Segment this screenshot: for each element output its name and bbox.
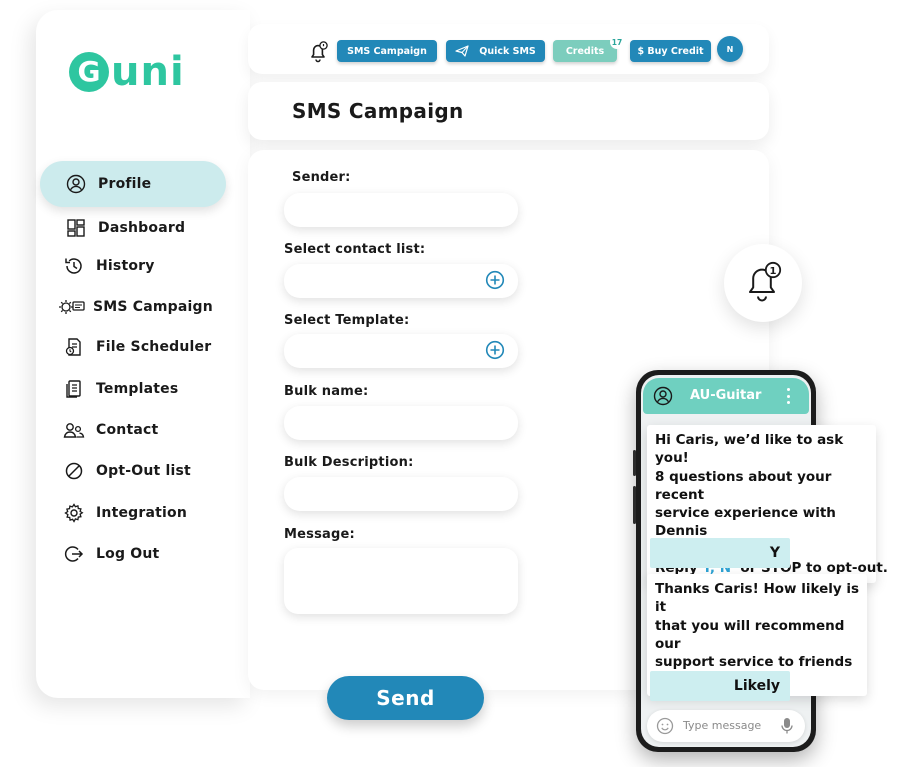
sidebar-item-label: Templates <box>96 381 179 397</box>
bulk-description-label: Bulk Description: <box>284 455 414 470</box>
bulk-description-field[interactable] <box>284 477 518 511</box>
opt-out-icon <box>62 459 86 483</box>
header-credits-button[interactable]: Credits <box>553 40 617 62</box>
gear-icon <box>62 501 86 525</box>
message-line: support service to friends <box>655 654 853 671</box>
notification-bell-icon: 1 <box>739 257 787 309</box>
credits-count-badge: 17 <box>610 35 624 49</box>
send-button[interactable]: Send <box>327 676 484 720</box>
sidebar-item-integration[interactable]: Integration <box>62 496 187 530</box>
template-label: Select Template: <box>284 313 410 328</box>
page-title: SMS Campaign <box>292 99 464 123</box>
page-title-card: SMS Campaign <box>248 82 769 140</box>
history-clock-icon <box>62 254 86 278</box>
phone-volume-down <box>633 486 636 524</box>
sidebar-item-label: Opt-Out list <box>96 463 191 479</box>
user-circle-icon <box>64 172 88 196</box>
user-avatar[interactable]: N <box>717 36 743 62</box>
logo-mark: G <box>69 52 109 92</box>
header-sms-campaign-button[interactable]: SMS Campaign <box>337 40 437 62</box>
contacts-icon <box>62 418 86 442</box>
sidebar-item-opt-out-list[interactable]: Opt-Out list <box>62 454 191 488</box>
sidebar-item-label: Dashboard <box>98 220 186 236</box>
notification-bell-icon[interactable] <box>306 40 330 68</box>
header-quick-sms-button[interactable]: Quick SMS <box>446 40 545 62</box>
add-contact-list-icon[interactable] <box>485 270 505 290</box>
sender-field[interactable] <box>284 193 518 227</box>
quick-sms-label: Quick SMS <box>479 45 536 57</box>
template-select[interactable] <box>284 334 518 368</box>
file-scheduler-icon <box>62 335 86 359</box>
bulk-name-field[interactable] <box>284 406 518 440</box>
sidebar-item-label: Integration <box>96 505 188 521</box>
contact-list-select[interactable] <box>284 264 518 298</box>
sidebar-item-label: SMS Campaign <box>93 299 213 315</box>
add-template-icon[interactable] <box>485 340 505 360</box>
sidebar-item-log-out[interactable]: Log Out <box>62 537 159 571</box>
contact-avatar-icon <box>653 386 673 410</box>
floating-notification-bubble: 1 <box>724 244 802 322</box>
sidebar-item-templates[interactable]: Templates <box>62 372 178 406</box>
sidebar-item-label: Log Out <box>96 546 160 562</box>
bulk-name-label: Bulk name: <box>284 384 369 399</box>
emoji-icon[interactable] <box>655 716 675 740</box>
sidebar-item-profile[interactable]: Profile <box>40 161 226 207</box>
sidebar-item-file-scheduler[interactable]: File Scheduler <box>62 330 211 364</box>
send-plane-icon <box>455 45 469 57</box>
sms-campaign-icon <box>58 295 86 319</box>
outgoing-message-2: Likely <box>650 671 790 701</box>
header-buy-credit-button[interactable]: $ Buy Credit <box>630 40 711 62</box>
message-label: Message: <box>284 527 355 542</box>
sidebar-item-label: File Scheduler <box>96 339 212 355</box>
phone-volume-up <box>633 450 636 476</box>
microphone-icon[interactable] <box>780 716 794 740</box>
message-textarea[interactable] <box>284 548 518 614</box>
sidebar-item-history[interactable]: History <box>62 249 155 283</box>
sidebar-item-label: History <box>96 258 155 274</box>
message-line: service experience with Dennis <box>655 505 836 540</box>
logout-icon <box>62 542 86 566</box>
templates-icon <box>62 377 86 401</box>
floating-bell-count: 1 <box>770 266 777 277</box>
outgoing-message-1: Y <box>650 538 790 568</box>
sidebar-item-contact[interactable]: Contact <box>62 413 158 447</box>
chat-menu-icon[interactable] <box>784 388 792 404</box>
message-line: that you will recommend our <box>655 617 845 652</box>
logo-text: uni <box>111 49 185 95</box>
contact-list-label: Select contact list: <box>284 242 426 257</box>
message-line: Hi Caris, we’d like to ask you! <box>655 432 844 467</box>
chat-input-placeholder: Type message <box>683 719 762 732</box>
sidebar-item-label: Contact <box>96 422 159 438</box>
sidebar-item-dashboard[interactable]: Dashboard <box>64 211 185 245</box>
message-line: 8 questions about your recent <box>655 468 832 503</box>
sidebar-item-label: Profile <box>98 176 152 192</box>
guni-logo[interactable]: G uni <box>69 52 185 92</box>
sidebar-item-sms-campaign[interactable]: SMS Campaign <box>58 290 213 324</box>
chat-contact-name: AU-Guitar <box>690 388 762 403</box>
dashboard-grid-icon <box>64 216 88 240</box>
message-line: Thanks Caris! How likely is it <box>655 581 860 616</box>
sender-label: Sender: <box>292 170 351 185</box>
